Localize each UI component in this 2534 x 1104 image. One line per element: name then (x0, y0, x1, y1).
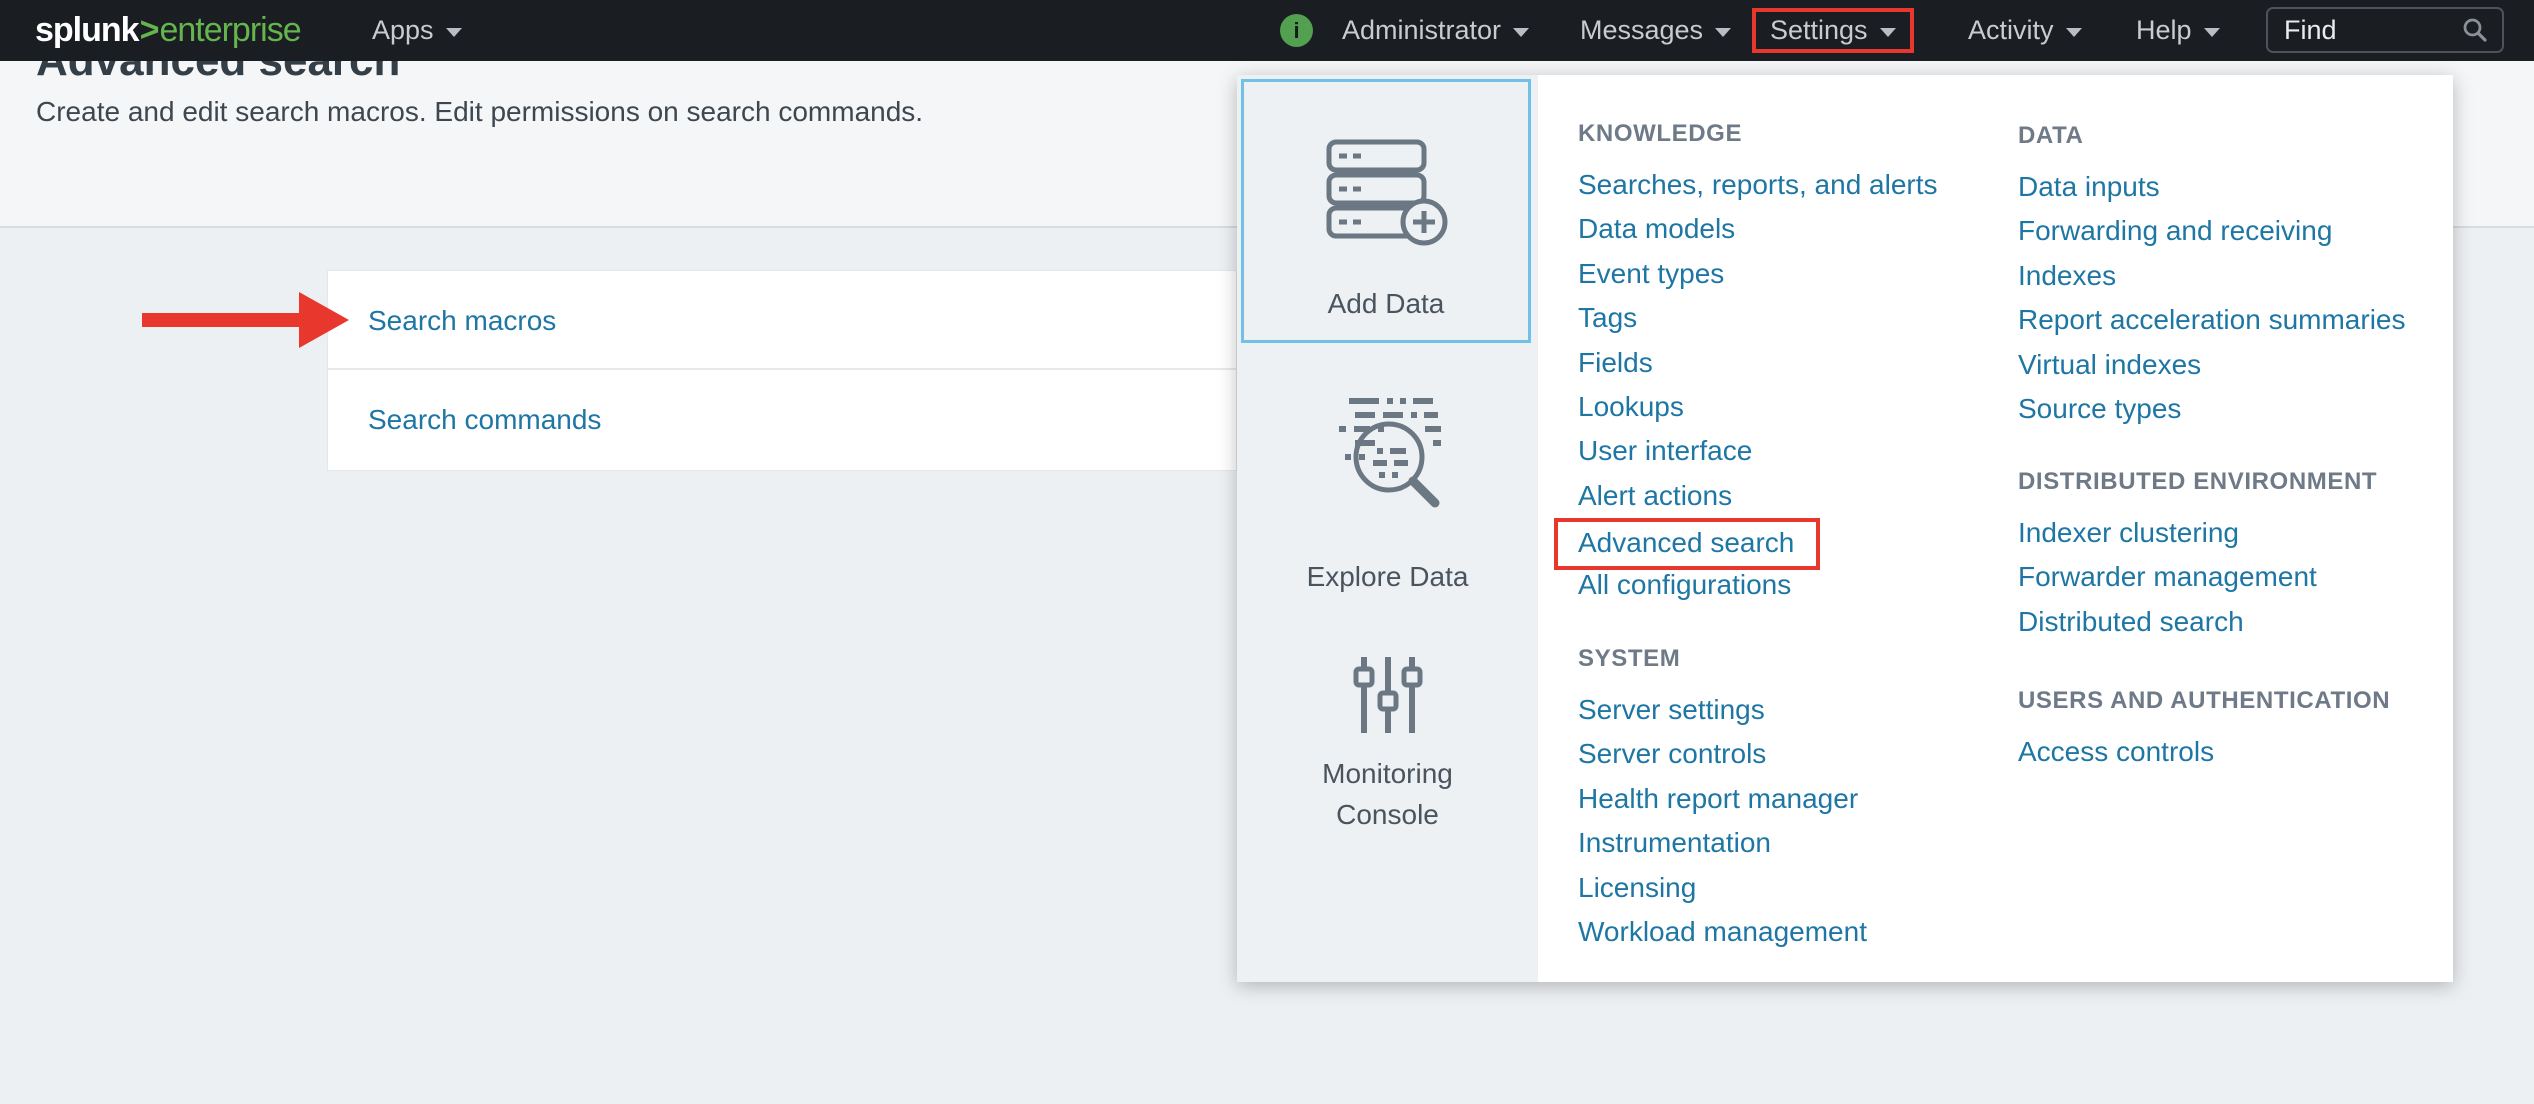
section-distributed-title: DISTRIBUTED ENVIRONMENT (2018, 467, 2458, 497)
menu-link[interactable]: Forwarder management (2018, 555, 2317, 599)
nav-administrator-menu[interactable]: Administrator (1342, 0, 1529, 61)
menu-link[interactable]: Forwarding and receiving (2018, 209, 2332, 253)
explore-data-icon (1325, 393, 1450, 521)
nav-help-label: Help (2136, 15, 2192, 46)
nav-settings-menu[interactable]: Settings (1770, 15, 1896, 46)
section-users-authentication: USERS AND AUTHENTICATION Access controls (2018, 686, 2458, 774)
nav-help-menu[interactable]: Help (2136, 0, 2220, 61)
menu-link[interactable]: Event types (1578, 252, 1724, 296)
nav-activity-label: Activity (1968, 15, 2054, 46)
nav-messages-label: Messages (1580, 15, 1703, 46)
menu-link[interactable]: Data models (1578, 207, 1735, 251)
list-item-link[interactable]: Search commands (368, 370, 601, 469)
menu-link[interactable]: User interface (1578, 429, 1752, 473)
menu-link[interactable]: Server controls (1578, 732, 1766, 776)
menu-link[interactable]: Fields (1578, 341, 1653, 385)
add-data-tile[interactable]: Add Data (1241, 79, 1531, 343)
monitoring-console-tile[interactable]: Monitoring Console (1237, 653, 1538, 742)
list-item: Search macros (328, 271, 1236, 370)
menu-link[interactable]: Workload management (1578, 910, 1867, 954)
chevron-down-icon (1715, 28, 1731, 37)
nav-activity-menu[interactable]: Activity (1968, 0, 2082, 61)
settings-dropdown-panel: Add Data Explore Data (1237, 75, 2453, 982)
menu-link[interactable]: Tags (1578, 296, 1637, 340)
list-item-link[interactable]: Search macros (368, 271, 556, 370)
menu-link[interactable]: Alert actions (1578, 474, 1732, 518)
section-system: SYSTEM Server settings Server controls H… (1578, 644, 2018, 954)
info-icon[interactable]: i (1280, 14, 1313, 47)
splunk-logo: splunk>enterprise (35, 0, 301, 61)
arrow-shaft (142, 313, 302, 327)
menu-link[interactable]: Searches, reports, and alerts (1578, 163, 1938, 207)
explore-data-label: Explore Data (1237, 561, 1538, 593)
menu-link[interactable]: Virtual indexes (2018, 343, 2201, 387)
chevron-down-icon (1880, 28, 1896, 37)
explore-data-tile[interactable]: Explore Data (1237, 393, 1538, 526)
menu-link[interactable]: Health report manager (1578, 777, 1858, 821)
nav-apps-menu[interactable]: Apps (372, 0, 462, 61)
add-data-icon (1324, 137, 1449, 247)
red-arrow-annotation (142, 292, 348, 348)
top-nav: splunk>enterprise Apps i Administrator M… (0, 0, 2534, 61)
section-system-title: SYSTEM (1578, 644, 2018, 674)
section-data: DATA Data inputs Forwarding and receivin… (2018, 121, 2458, 431)
section-data-title: DATA (2018, 121, 2458, 151)
menu-link[interactable]: Data inputs (2018, 165, 2160, 209)
menu-link[interactable]: Indexer clustering (2018, 511, 2239, 555)
menu-link[interactable]: Server settings (1578, 688, 1765, 732)
nav-messages-menu[interactable]: Messages (1580, 0, 1731, 61)
settings-annotation-box: Settings (1752, 8, 1914, 53)
advanced-search-list: Search macros Search commands (327, 270, 1237, 471)
section-knowledge-title: KNOWLEDGE (1578, 119, 2018, 149)
menu-link[interactable]: Licensing (1578, 866, 1696, 910)
logo-chevron: > (140, 11, 159, 50)
nav-apps-label: Apps (372, 15, 434, 46)
menu-link[interactable]: Source types (2018, 387, 2181, 431)
chevron-down-icon (446, 28, 462, 37)
chevron-down-icon (2204, 28, 2220, 37)
monitoring-console-icon (1352, 653, 1424, 737)
search-icon[interactable] (2460, 15, 2490, 45)
chevron-down-icon (1513, 28, 1529, 37)
find-search-input[interactable] (2268, 15, 2460, 46)
logo-product: enterprise (159, 11, 300, 50)
section-knowledge: KNOWLEDGE Searches, reports, and alerts … (1578, 119, 2018, 607)
menu-link[interactable]: Lookups (1578, 385, 1684, 429)
menu-link[interactable]: Advanced search (1554, 518, 1820, 570)
menu-link[interactable]: Access controls (2018, 730, 2214, 774)
menu-link[interactable]: Report acceleration summaries (2018, 298, 2406, 342)
monitoring-console-label: Monitoring Console (1293, 753, 1483, 835)
nav-administrator-label: Administrator (1342, 15, 1501, 46)
chevron-down-icon (2066, 28, 2082, 37)
logo-brand: splunk (35, 11, 139, 50)
menu-link[interactable]: Indexes (2018, 254, 2116, 298)
page-subtitle: Create and edit search macros. Edit perm… (36, 96, 923, 128)
arrow-head (299, 292, 349, 348)
section-users-title: USERS AND AUTHENTICATION (2018, 686, 2458, 716)
menu-link[interactable]: Distributed search (2018, 600, 2244, 644)
menu-link[interactable]: Instrumentation (1578, 821, 1771, 865)
list-item: Search commands (328, 370, 1236, 469)
nav-settings-label: Settings (1770, 15, 1868, 46)
dropdown-tiles-column: Add Data Explore Data (1237, 75, 1538, 982)
find-search-box (2266, 7, 2504, 53)
add-data-label: Add Data (1244, 288, 1528, 320)
section-distributed-environment: DISTRIBUTED ENVIRONMENT Indexer clusteri… (2018, 467, 2458, 644)
